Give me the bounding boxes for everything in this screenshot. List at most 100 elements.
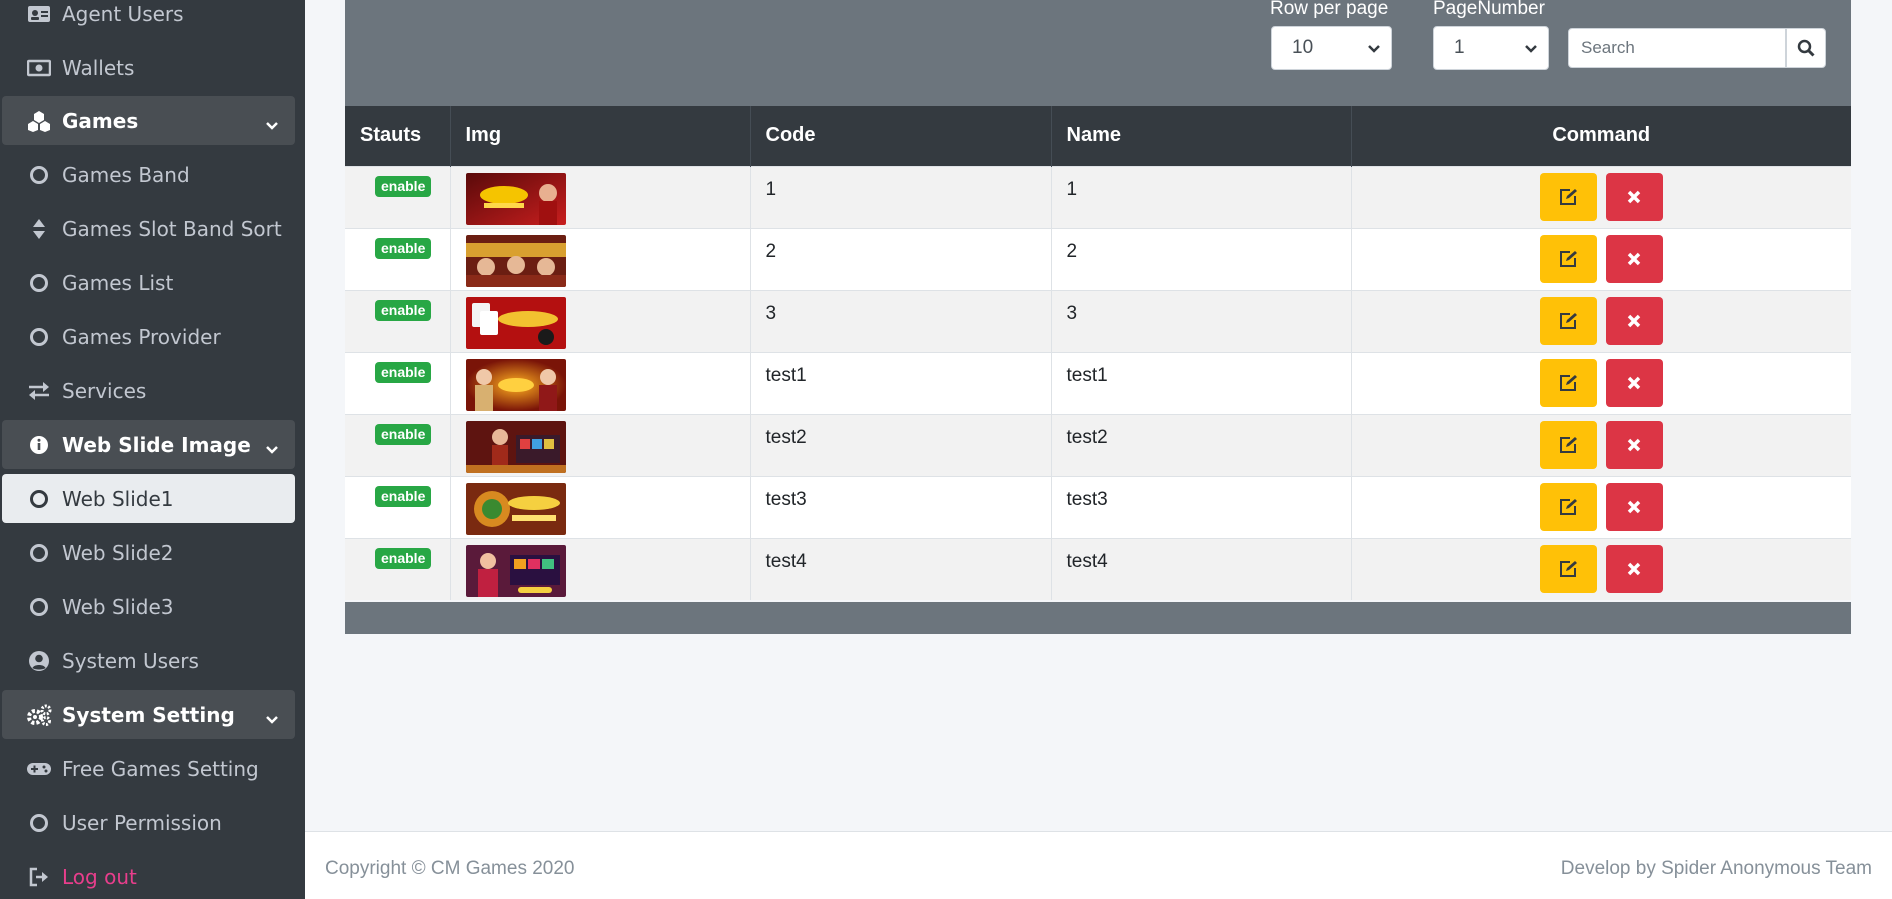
sidebar-item-label: Web Slide2 — [62, 540, 174, 565]
chevron-down-icon — [265, 706, 279, 730]
edit-button[interactable] — [1539, 482, 1597, 531]
delete-button[interactable] — [1605, 296, 1663, 345]
sidebar-item-games-provider[interactable]: Games Provider — [2, 312, 295, 361]
status-badge: enable — [375, 547, 432, 569]
code-cell: test2 — [750, 413, 1052, 476]
chevron-down-icon — [265, 112, 279, 136]
name-cell: test1 — [1051, 351, 1352, 414]
sidebar-item-web-slide2[interactable]: Web Slide2 — [2, 528, 295, 577]
games-table: Stauts Img Code Name Command enable 1 1 — [345, 106, 1851, 600]
game-thumbnail — [465, 482, 566, 535]
page-number-value: 1 — [1454, 37, 1465, 58]
edit-icon — [1560, 188, 1578, 205]
sidebar-item-label: Web Slide1 — [62, 486, 174, 511]
code-cell: 2 — [750, 227, 1052, 290]
search-button[interactable] — [1786, 28, 1826, 68]
sidebar-item-label: Web Slide Image — [62, 432, 251, 457]
delete-button[interactable] — [1605, 172, 1663, 221]
sidebar-item-games-slot-band-sort[interactable]: Games Slot Band Sort — [2, 204, 295, 253]
code-cell: test1 — [750, 351, 1052, 414]
sidebar-item-label: Games Provider — [62, 324, 221, 349]
money-bill-icon — [26, 55, 52, 81]
search-input[interactable]: Search — [1568, 28, 1786, 68]
delete-button[interactable] — [1605, 544, 1663, 593]
sidebar: Agent Users Wallets Games Games Band Gam… — [0, 0, 305, 899]
sidebar-item-label: Games Band — [62, 162, 190, 187]
circle-icon — [26, 540, 52, 566]
game-thumbnail — [465, 172, 566, 225]
edit-button[interactable] — [1539, 358, 1597, 407]
table-row: enable test2 test2 — [345, 413, 1851, 476]
sidebar-item-web-slide3[interactable]: Web Slide3 — [2, 582, 295, 631]
row-per-page-select[interactable]: 10 — [1271, 26, 1392, 70]
card-header: Row per page 10 PageNumber 1 Search — [345, 0, 1851, 106]
delete-button[interactable] — [1605, 234, 1663, 283]
code-cell: test4 — [750, 537, 1052, 600]
copyright-text: Copyright © CM Games 2020 — [325, 858, 575, 879]
edit-icon — [1560, 498, 1578, 515]
table-row: enable test3 test3 — [345, 475, 1851, 538]
sidebar-item-agent-users[interactable]: Agent Users — [2, 0, 295, 38]
sidebar-item-services[interactable]: Services — [2, 366, 295, 415]
row-per-page-label: Row per page — [1270, 0, 1389, 19]
name-cell: test3 — [1051, 475, 1352, 538]
edit-button[interactable] — [1539, 296, 1597, 345]
status-badge: enable — [375, 361, 432, 383]
delete-button[interactable] — [1605, 358, 1663, 407]
delete-button[interactable] — [1605, 482, 1663, 531]
circle-icon — [26, 810, 52, 836]
col-header-status: Stauts — [345, 106, 451, 166]
sign-out-icon — [26, 864, 52, 890]
edit-button[interactable] — [1539, 172, 1597, 221]
table-row: enable 1 1 — [345, 165, 1851, 228]
circle-icon — [26, 486, 52, 512]
circle-icon — [26, 162, 52, 188]
close-icon — [1628, 190, 1641, 203]
close-icon — [1628, 314, 1641, 327]
edit-button[interactable] — [1539, 420, 1597, 469]
edit-button[interactable] — [1539, 234, 1597, 283]
sidebar-item-free-games-setting[interactable]: Free Games Setting — [2, 744, 295, 793]
sidebar-item-label: Free Games Setting — [62, 756, 259, 781]
page-footer: Copyright © CM Games 2020 Develop by Spi… — [305, 831, 1892, 899]
edit-icon — [1560, 374, 1578, 391]
game-thumbnail — [465, 296, 566, 349]
name-cell: test4 — [1051, 537, 1352, 600]
chevron-down-icon — [1524, 40, 1538, 62]
code-cell: test3 — [750, 475, 1052, 538]
sidebar-item-logout[interactable]: Log out — [2, 852, 295, 899]
table-row: enable 2 2 — [345, 227, 1851, 290]
delete-button[interactable] — [1605, 420, 1663, 469]
close-icon — [1628, 252, 1641, 265]
sidebar-item-user-permission[interactable]: User Permission — [2, 798, 295, 847]
user-circle-icon — [26, 648, 52, 674]
sidebar-item-web-slide1[interactable]: Web Slide1 — [2, 474, 295, 523]
sidebar-item-wallets[interactable]: Wallets — [2, 43, 295, 92]
sidebar-item-games-list[interactable]: Games List — [2, 258, 295, 307]
sidebar-item-label: Games — [62, 108, 139, 133]
sidebar-item-system-users[interactable]: System Users — [2, 636, 295, 685]
status-badge: enable — [375, 237, 432, 259]
sidebar-group-system-setting[interactable]: System Setting — [2, 690, 295, 739]
table-row: enable 3 3 — [345, 289, 1851, 352]
sidebar-item-label: Games Slot Band Sort — [62, 216, 282, 241]
page-number-select[interactable]: 1 — [1433, 26, 1549, 70]
close-icon — [1628, 376, 1641, 389]
col-header-code: Code — [750, 106, 1052, 166]
page-number-label: PageNumber — [1433, 0, 1545, 19]
col-header-name: Name — [1051, 106, 1352, 166]
close-icon — [1628, 500, 1641, 513]
col-header-command: Command — [1351, 106, 1851, 166]
card-footer — [345, 602, 1851, 634]
sidebar-item-games-band[interactable]: Games Band — [2, 150, 295, 199]
sidebar-group-games[interactable]: Games — [2, 96, 295, 145]
close-icon — [1628, 562, 1641, 575]
table-row: enable test1 test1 — [345, 351, 1851, 414]
info-circle-icon — [26, 432, 52, 458]
circle-icon — [26, 324, 52, 350]
sidebar-group-web-slide-image[interactable]: Web Slide Image — [2, 420, 295, 469]
status-badge: enable — [375, 299, 432, 321]
edit-button[interactable] — [1539, 544, 1597, 593]
sort-icon — [26, 216, 52, 242]
name-cell: test2 — [1051, 413, 1352, 476]
